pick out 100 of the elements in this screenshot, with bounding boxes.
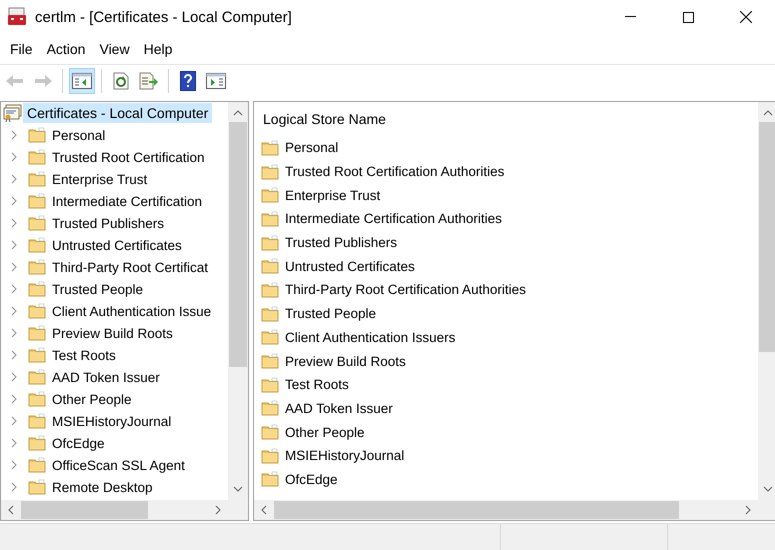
folder-icon bbox=[261, 187, 279, 204]
expand-chevron-icon[interactable] bbox=[10, 130, 18, 140]
tree-item[interactable]: Trusted People bbox=[52, 282, 144, 296]
scroll-down-icon[interactable] bbox=[763, 486, 773, 492]
folder-icon bbox=[28, 259, 46, 275]
list-item[interactable]: Trusted People bbox=[285, 306, 376, 322]
tree-item[interactable]: OfcEdge bbox=[52, 436, 105, 450]
close-icon bbox=[740, 11, 752, 23]
folder-icon bbox=[28, 479, 46, 495]
folder-icon bbox=[28, 193, 46, 209]
column-header[interactable]: Logical Store Name bbox=[254, 102, 758, 136]
scroll-right-icon[interactable] bbox=[745, 505, 751, 515]
list-item[interactable]: MSIEHistoryJournal bbox=[285, 448, 404, 464]
menu-item[interactable]: View bbox=[92, 41, 137, 57]
tree-item[interactable]: Third-Party Root Certificat bbox=[52, 260, 208, 274]
folder-icon bbox=[261, 400, 279, 416]
folder-icon bbox=[28, 281, 46, 297]
list-item[interactable]: AAD Token Issuer bbox=[285, 400, 393, 416]
pane-toggle-icon bbox=[72, 73, 92, 89]
list-item[interactable]: Untrusted Certificates bbox=[285, 258, 415, 274]
tree-item[interactable]: Remote Desktop bbox=[52, 480, 153, 494]
tree-item[interactable]: Personal bbox=[52, 128, 106, 142]
expand-chevron-icon[interactable] bbox=[10, 174, 18, 184]
menu-item[interactable]: Action bbox=[40, 41, 92, 57]
toolbox-icon bbox=[7, 7, 27, 27]
list-item[interactable]: Preview Build Roots bbox=[285, 354, 406, 369]
scroll-right-icon[interactable] bbox=[215, 505, 221, 515]
scroll-left-icon[interactable] bbox=[8, 505, 14, 515]
folder-icon bbox=[28, 325, 46, 341]
expand-chevron-icon[interactable] bbox=[10, 350, 18, 360]
tree-item[interactable]: Preview Build Roots bbox=[52, 326, 173, 340]
tree-item[interactable]: Intermediate Certification bbox=[52, 194, 202, 208]
expand-chevron-icon[interactable] bbox=[10, 218, 18, 228]
folder-icon bbox=[261, 140, 279, 156]
expand-chevron-icon[interactable] bbox=[10, 284, 18, 294]
tree-item[interactable]: OfficeScan SSL Agent bbox=[52, 458, 185, 472]
tree-item[interactable]: Trusted Root Certification bbox=[52, 150, 205, 164]
menu-item[interactable]: Help bbox=[136, 41, 180, 57]
folder-icon bbox=[28, 303, 46, 319]
folder-icon bbox=[28, 413, 46, 429]
expand-chevron-icon[interactable] bbox=[10, 196, 18, 206]
folder-icon bbox=[261, 329, 279, 346]
list-item[interactable]: Trusted Root Certification Authorities bbox=[285, 164, 504, 180]
expand-chevron-icon[interactable] bbox=[10, 416, 18, 426]
expand-chevron-icon[interactable] bbox=[10, 328, 18, 338]
tree-item[interactable]: Trusted Publishers bbox=[52, 216, 164, 230]
tree-item[interactable]: Enterprise Trust bbox=[52, 172, 148, 186]
list-item[interactable]: Other People bbox=[285, 424, 365, 440]
tree-item[interactable]: Other People bbox=[52, 392, 132, 406]
expand-chevron-icon[interactable] bbox=[10, 152, 18, 162]
folder-icon bbox=[261, 306, 279, 322]
folder-icon bbox=[28, 171, 46, 187]
refresh-icon bbox=[113, 72, 129, 90]
list-item[interactable]: Enterprise Trust bbox=[285, 188, 380, 203]
expand-chevron-icon[interactable] bbox=[10, 262, 18, 272]
tree-item[interactable]: MSIEHistoryJournal bbox=[52, 414, 172, 428]
tree-item[interactable]: Untrusted Certificates bbox=[52, 238, 182, 252]
tree-item[interactable]: Client Authentication Issue bbox=[52, 304, 212, 318]
folder-icon bbox=[261, 376, 279, 393]
expand-chevron-icon[interactable] bbox=[10, 306, 18, 316]
folder-icon bbox=[28, 457, 46, 473]
minimize-icon bbox=[624, 16, 636, 18]
folder-icon bbox=[261, 424, 279, 440]
folder-icon bbox=[28, 149, 46, 165]
list-item[interactable]: Intermediate Certification Authorities bbox=[285, 211, 502, 226]
folder-icon bbox=[28, 127, 46, 143]
tree-item[interactable]: AAD Token Issuer bbox=[52, 370, 160, 384]
folder-icon bbox=[28, 237, 46, 253]
folder-icon bbox=[261, 471, 279, 488]
scroll-up-icon[interactable] bbox=[233, 110, 243, 116]
scroll-left-icon[interactable] bbox=[261, 505, 267, 515]
expand-chevron-icon[interactable] bbox=[10, 394, 18, 404]
menu-item[interactable]: File bbox=[3, 41, 40, 57]
folder-icon bbox=[28, 435, 46, 451]
action-pane-icon bbox=[206, 73, 226, 89]
folder-icon bbox=[261, 448, 279, 464]
folder-icon bbox=[28, 215, 46, 231]
list-item[interactable]: Third-Party Root Certification Authorities bbox=[285, 282, 526, 298]
maximize-icon bbox=[682, 12, 694, 22]
folder-icon bbox=[261, 353, 279, 370]
expand-chevron-icon[interactable] bbox=[10, 482, 18, 492]
list-item[interactable]: Trusted Publishers bbox=[285, 235, 398, 250]
forward-arrow-icon bbox=[33, 73, 53, 89]
scroll-up-icon[interactable] bbox=[763, 110, 773, 116]
list-item[interactable]: Client Authentication Issuers bbox=[285, 330, 456, 345]
back-arrow-icon bbox=[5, 73, 25, 89]
list-item[interactable]: Personal bbox=[285, 140, 338, 156]
tree-item[interactable]: Test Roots bbox=[52, 348, 116, 362]
tree-item[interactable]: Certificates - Local Computer bbox=[23, 103, 212, 123]
vertical-scrollbar[interactable] bbox=[758, 102, 775, 500]
expand-chevron-icon[interactable] bbox=[10, 372, 18, 382]
toolbar-button[interactable] bbox=[69, 68, 95, 94]
vertical-scrollbar[interactable] bbox=[228, 102, 248, 500]
scroll-down-icon[interactable] bbox=[233, 486, 243, 492]
list-item[interactable]: OfcEdge bbox=[285, 472, 338, 487]
expand-chevron-icon[interactable] bbox=[10, 240, 18, 250]
expand-chevron-icon[interactable] bbox=[10, 460, 18, 470]
expand-chevron-icon[interactable] bbox=[10, 438, 18, 448]
list-item[interactable]: Test Roots bbox=[285, 377, 349, 392]
folder-icon bbox=[28, 347, 46, 363]
